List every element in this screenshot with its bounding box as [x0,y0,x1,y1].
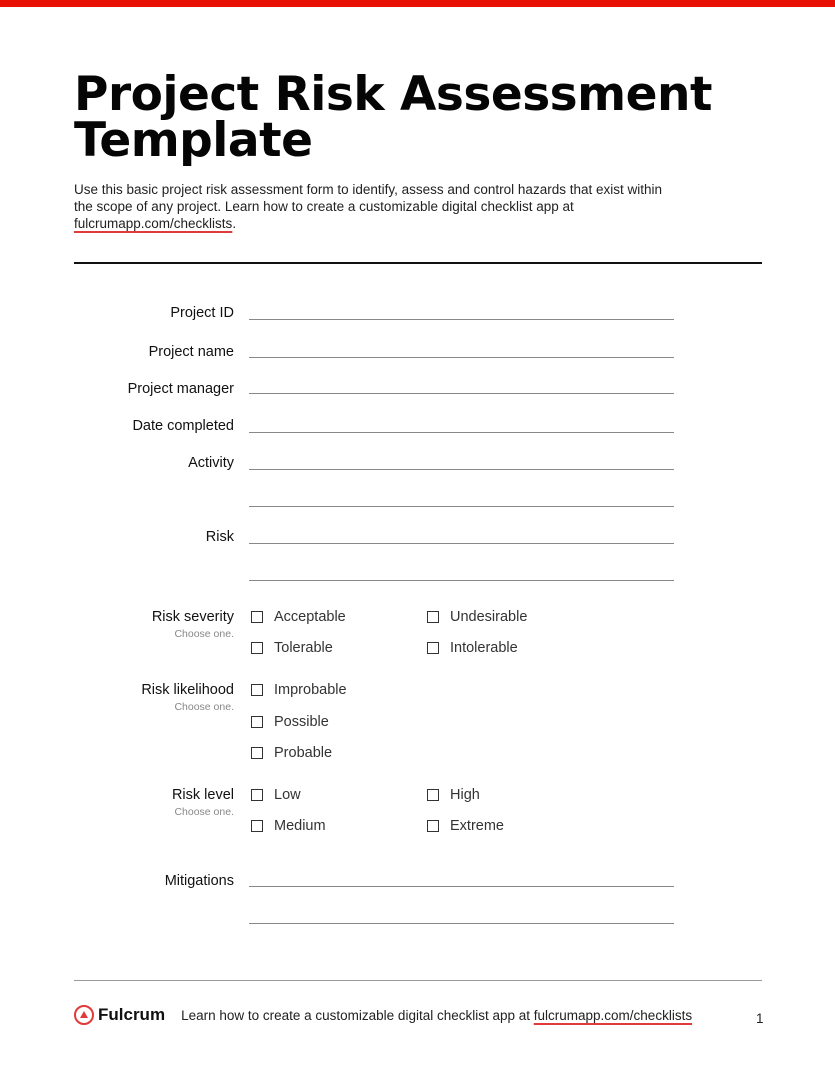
title-line-2: Template [74,113,313,168]
checkbox-medium[interactable]: Medium [251,818,326,834]
checkbox-icon[interactable] [427,789,439,801]
checkbox-label: Low [274,787,301,803]
fulcrum-logo: Fulcrum [74,1005,165,1025]
mitigations-label: Mitigations [164,873,234,889]
intro-text: Use this basic project risk assessment f… [74,182,662,214]
mitigations-field-line-2[interactable] [249,923,674,924]
checkbox-label: Acceptable [274,609,346,625]
activity-label: Activity [188,455,234,471]
risk-level-hint: Choose one. [174,806,234,818]
checkbox-intolerable[interactable]: Intolerable [427,640,518,656]
checkbox-label: Tolerable [274,640,333,656]
checkbox-icon[interactable] [427,642,439,654]
checkbox-icon[interactable] [251,611,263,623]
checkbox-label: Improbable [274,682,347,698]
checkbox-undesirable[interactable]: Undesirable [427,609,527,625]
risk-severity-label: Risk severity [151,609,234,625]
checkbox-probable[interactable]: Probable [251,745,332,761]
project-name-field[interactable] [249,357,674,358]
checkbox-label: High [450,787,480,803]
risk-field-line-2[interactable] [249,580,674,581]
footer-text-body: Learn how to create a customizable digit… [181,1007,534,1023]
checkbox-extreme[interactable]: Extreme [427,818,504,834]
checkbox-possible[interactable]: Possible [251,714,329,730]
footer-link[interactable]: fulcrumapp.com/checklists [534,1008,692,1023]
checkbox-icon[interactable] [427,820,439,832]
risk-likelihood-label: Risk likelihood [141,682,234,698]
project-id-label: Project ID [170,305,234,321]
risk-likelihood-hint: Choose one. [174,701,234,713]
intro-paragraph: Use this basic project risk assessment f… [74,181,674,232]
checkbox-high[interactable]: High [427,787,480,803]
risk-severity-hint: Choose one. [174,628,234,640]
checkbox-label: Undesirable [450,609,528,625]
date-completed-label: Date completed [132,418,234,434]
footer-divider [74,980,762,981]
page-number: 1 [756,1011,764,1026]
checkbox-label: Probable [274,745,333,761]
checkbox-low[interactable]: Low [251,787,301,803]
checkbox-improbable[interactable]: Improbable [251,682,347,698]
page-title: Project Risk Assessment Template [74,67,712,168]
checkbox-label: Extreme [450,818,504,834]
footer-text: Learn how to create a customizable digit… [181,1008,692,1023]
mitigations-field-line-1[interactable] [249,886,674,887]
intro-link[interactable]: fulcrumapp.com/checklists [74,216,232,231]
checkbox-acceptable[interactable]: Acceptable [251,609,346,625]
project-manager-label: Project manager [127,381,234,397]
checkbox-icon[interactable] [251,642,263,654]
checkbox-label: Possible [274,714,329,730]
checkbox-label: Intolerable [450,640,518,656]
checkbox-icon[interactable] [251,684,263,696]
risk-field-line-1[interactable] [249,543,674,544]
activity-field-line-1[interactable] [249,469,674,470]
checkbox-tolerable[interactable]: Tolerable [251,640,333,656]
date-completed-field[interactable] [249,432,674,433]
intro-period: . [232,216,237,231]
project-manager-field[interactable] [249,393,674,394]
checkbox-icon[interactable] [251,789,263,801]
activity-field-line-2[interactable] [249,506,674,507]
title-line-1: Project Risk Assessment [74,67,712,122]
checkbox-icon[interactable] [251,716,263,728]
fulcrum-logo-icon [74,1005,94,1025]
header-divider [74,262,762,264]
risk-level-label: Risk level [171,787,234,803]
checkbox-label: Medium [274,818,326,834]
brand-name: Fulcrum [98,1005,166,1024]
checkbox-icon[interactable] [251,820,263,832]
footer: Fulcrum Learn how to create a customizab… [74,1005,692,1025]
risk-label: Risk [205,529,234,545]
project-id-field[interactable] [249,319,674,320]
top-accent-bar [0,0,835,7]
project-name-label: Project name [148,344,234,360]
checkbox-icon[interactable] [251,747,263,759]
checkbox-icon[interactable] [427,611,439,623]
